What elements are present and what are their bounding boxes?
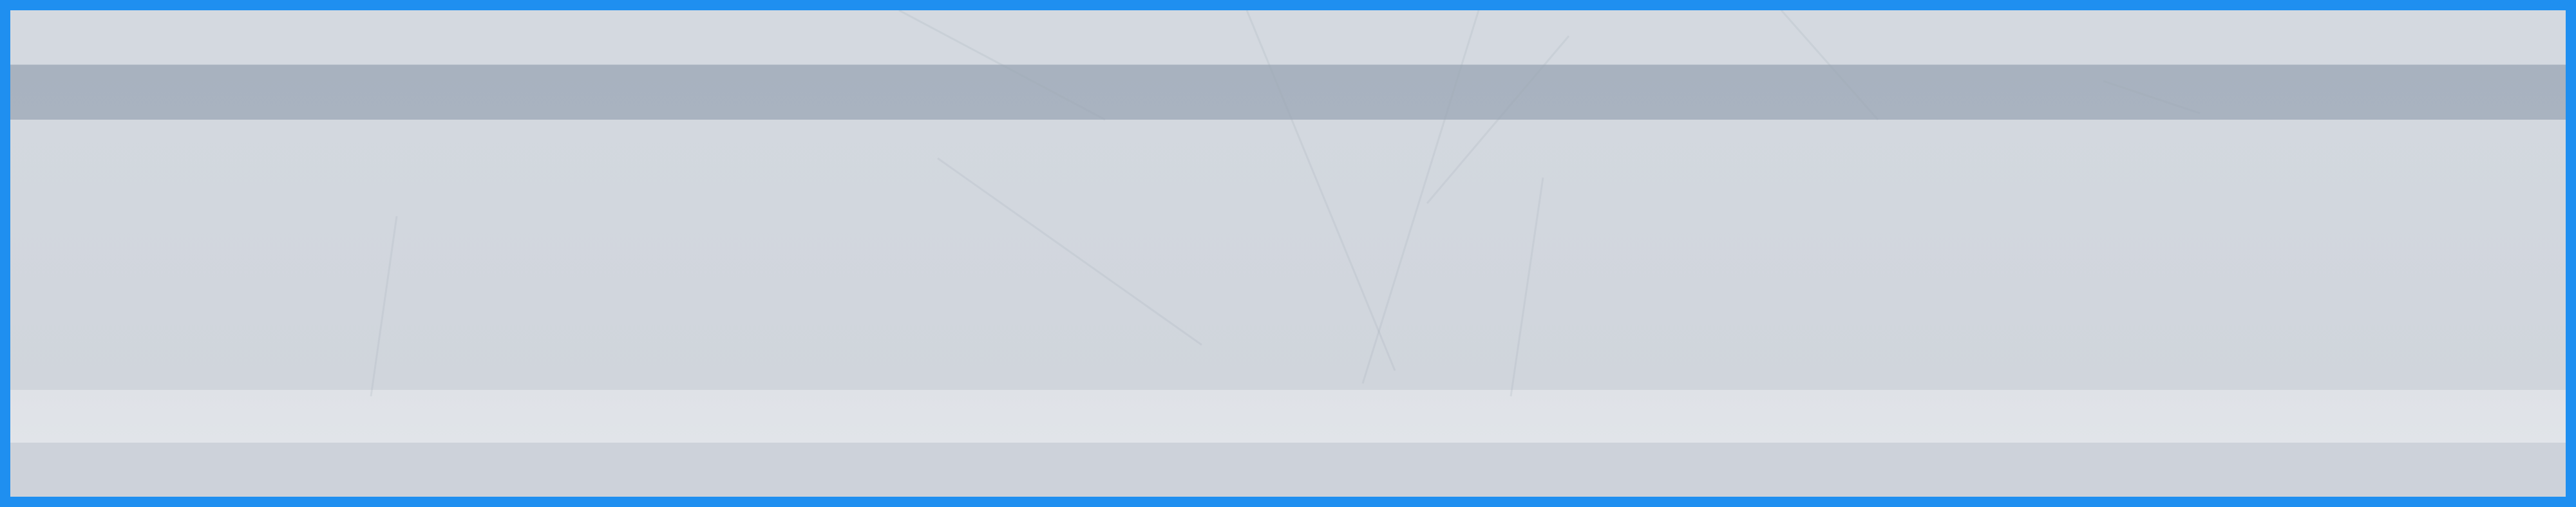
bottom-strip (10, 443, 2566, 497)
toolbar-strip (10, 64, 2566, 120)
content-area (10, 120, 2566, 390)
window-frame (0, 0, 2576, 507)
status-strip (10, 390, 2566, 443)
top-strip (10, 10, 2566, 64)
